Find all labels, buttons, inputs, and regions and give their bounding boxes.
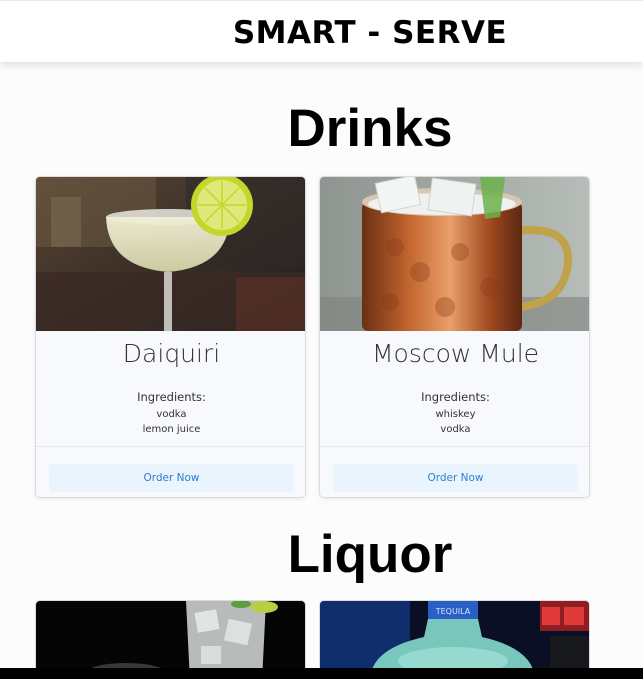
ingredient-item: whiskey [435,409,476,420]
section-title-liquor: Liquor [287,525,453,584]
drink-name: Daiquiri [122,339,221,368]
main-content: Drinks Daiquiri Ingredients: vodka lemon… [0,62,643,679]
card-body: Daiquiri Ingredients: vodka lemon juice [36,331,305,447]
drink-card-moscow-mule: Moscow Mule Ingredients: whiskey vodka O… [319,176,590,498]
ingredients-list: whiskey vodka [320,407,589,437]
svg-text:TEQUILA: TEQUILA [435,607,471,616]
card-footer: Order Now [320,447,589,497]
top-navbar: SMART - SERVE [0,0,643,62]
ingredient-item: vodka [156,409,187,420]
drink-name: Moscow Mule [371,339,540,368]
order-now-button-daiquiri[interactable]: Order Now [49,464,294,492]
card-body: Moscow Mule Ingredients: whiskey vodka [320,331,589,447]
ingredients-list: vodka lemon juice [36,407,305,437]
bottom-strip [0,668,643,679]
daiquiri-photo [36,177,305,331]
brand-title[interactable]: SMART - SERVE [0,15,643,51]
ingredient-item: vodka [440,424,471,435]
drink-card-daiquiri: Daiquiri Ingredients: vodka lemon juice … [35,176,306,498]
section-title-drinks: Drinks [287,99,453,158]
ingredients-label: Ingredients: [137,390,206,404]
ingredient-item: lemon juice [142,424,201,435]
order-now-button-moscow-mule[interactable]: Order Now [333,464,578,492]
card-footer: Order Now [36,447,305,497]
ingredients-label: Ingredients: [421,390,490,404]
moscow-mule-photo [320,177,589,331]
